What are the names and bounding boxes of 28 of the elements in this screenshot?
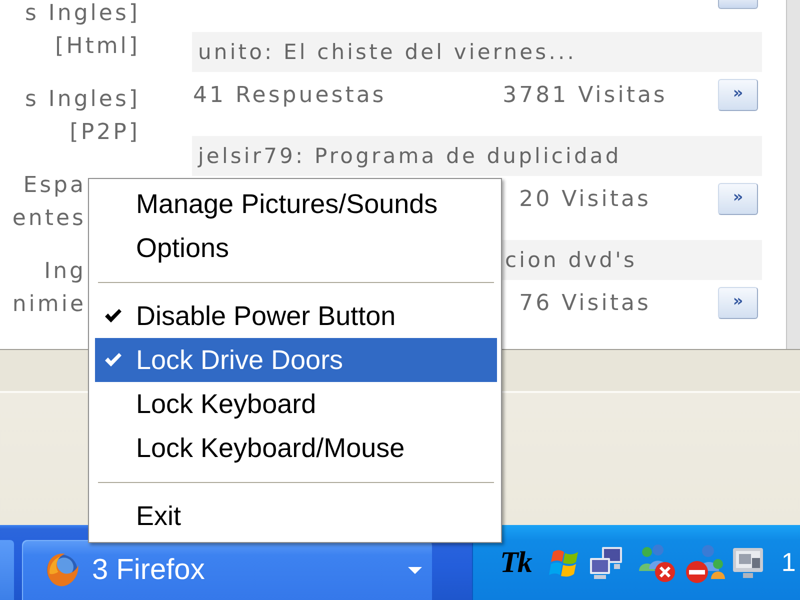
people-error-icon[interactable]	[636, 542, 676, 582]
view-count: 3781 Visitas	[502, 82, 668, 108]
next-button[interactable]: »	[718, 79, 758, 111]
clock-text: 1	[781, 547, 796, 578]
people-blocked-icon[interactable]	[684, 542, 726, 582]
category-label[interactable]: Ing nimie	[0, 255, 86, 321]
menu-item[interactable]: Exit	[95, 494, 497, 538]
topic-title[interactable]: unito: El chiste del viernes...	[192, 32, 762, 72]
tray-app-text[interactable]: Tk	[500, 546, 532, 580]
category-label[interactable]: s Ingles] [Html]	[0, 0, 140, 63]
category-label[interactable]: s Ingles] [P2P]	[0, 83, 140, 149]
topic-title[interactable]: jelsir79: Programa de duplicidad	[192, 136, 762, 176]
topic-title[interactable]: cion dvd's	[502, 240, 762, 280]
taskbar-button[interactable]: 3 Firefox	[22, 540, 432, 600]
menu-item[interactable]: Options	[95, 226, 497, 270]
menu-item[interactable]: Manage Pictures/Sounds	[95, 182, 497, 226]
caret-icon	[408, 566, 422, 574]
menu-item[interactable]: Lock Keyboard	[95, 382, 497, 426]
next-button[interactable]: »	[718, 287, 758, 319]
menu-item[interactable]: Disable Power Button	[95, 294, 497, 338]
menu-item[interactable]: Lock Keyboard/Mouse	[95, 426, 497, 470]
next-button[interactable]: »	[718, 183, 758, 215]
view-count: 76 Visitas	[519, 290, 651, 316]
network-computers-icon[interactable]	[588, 544, 624, 580]
menu-item[interactable]: Lock Drive Doors	[95, 338, 497, 382]
reply-count: 41 Respuestas	[192, 82, 386, 108]
category-label[interactable]: Espa entes	[0, 169, 86, 235]
view-count: 20 Visitas	[519, 186, 651, 212]
